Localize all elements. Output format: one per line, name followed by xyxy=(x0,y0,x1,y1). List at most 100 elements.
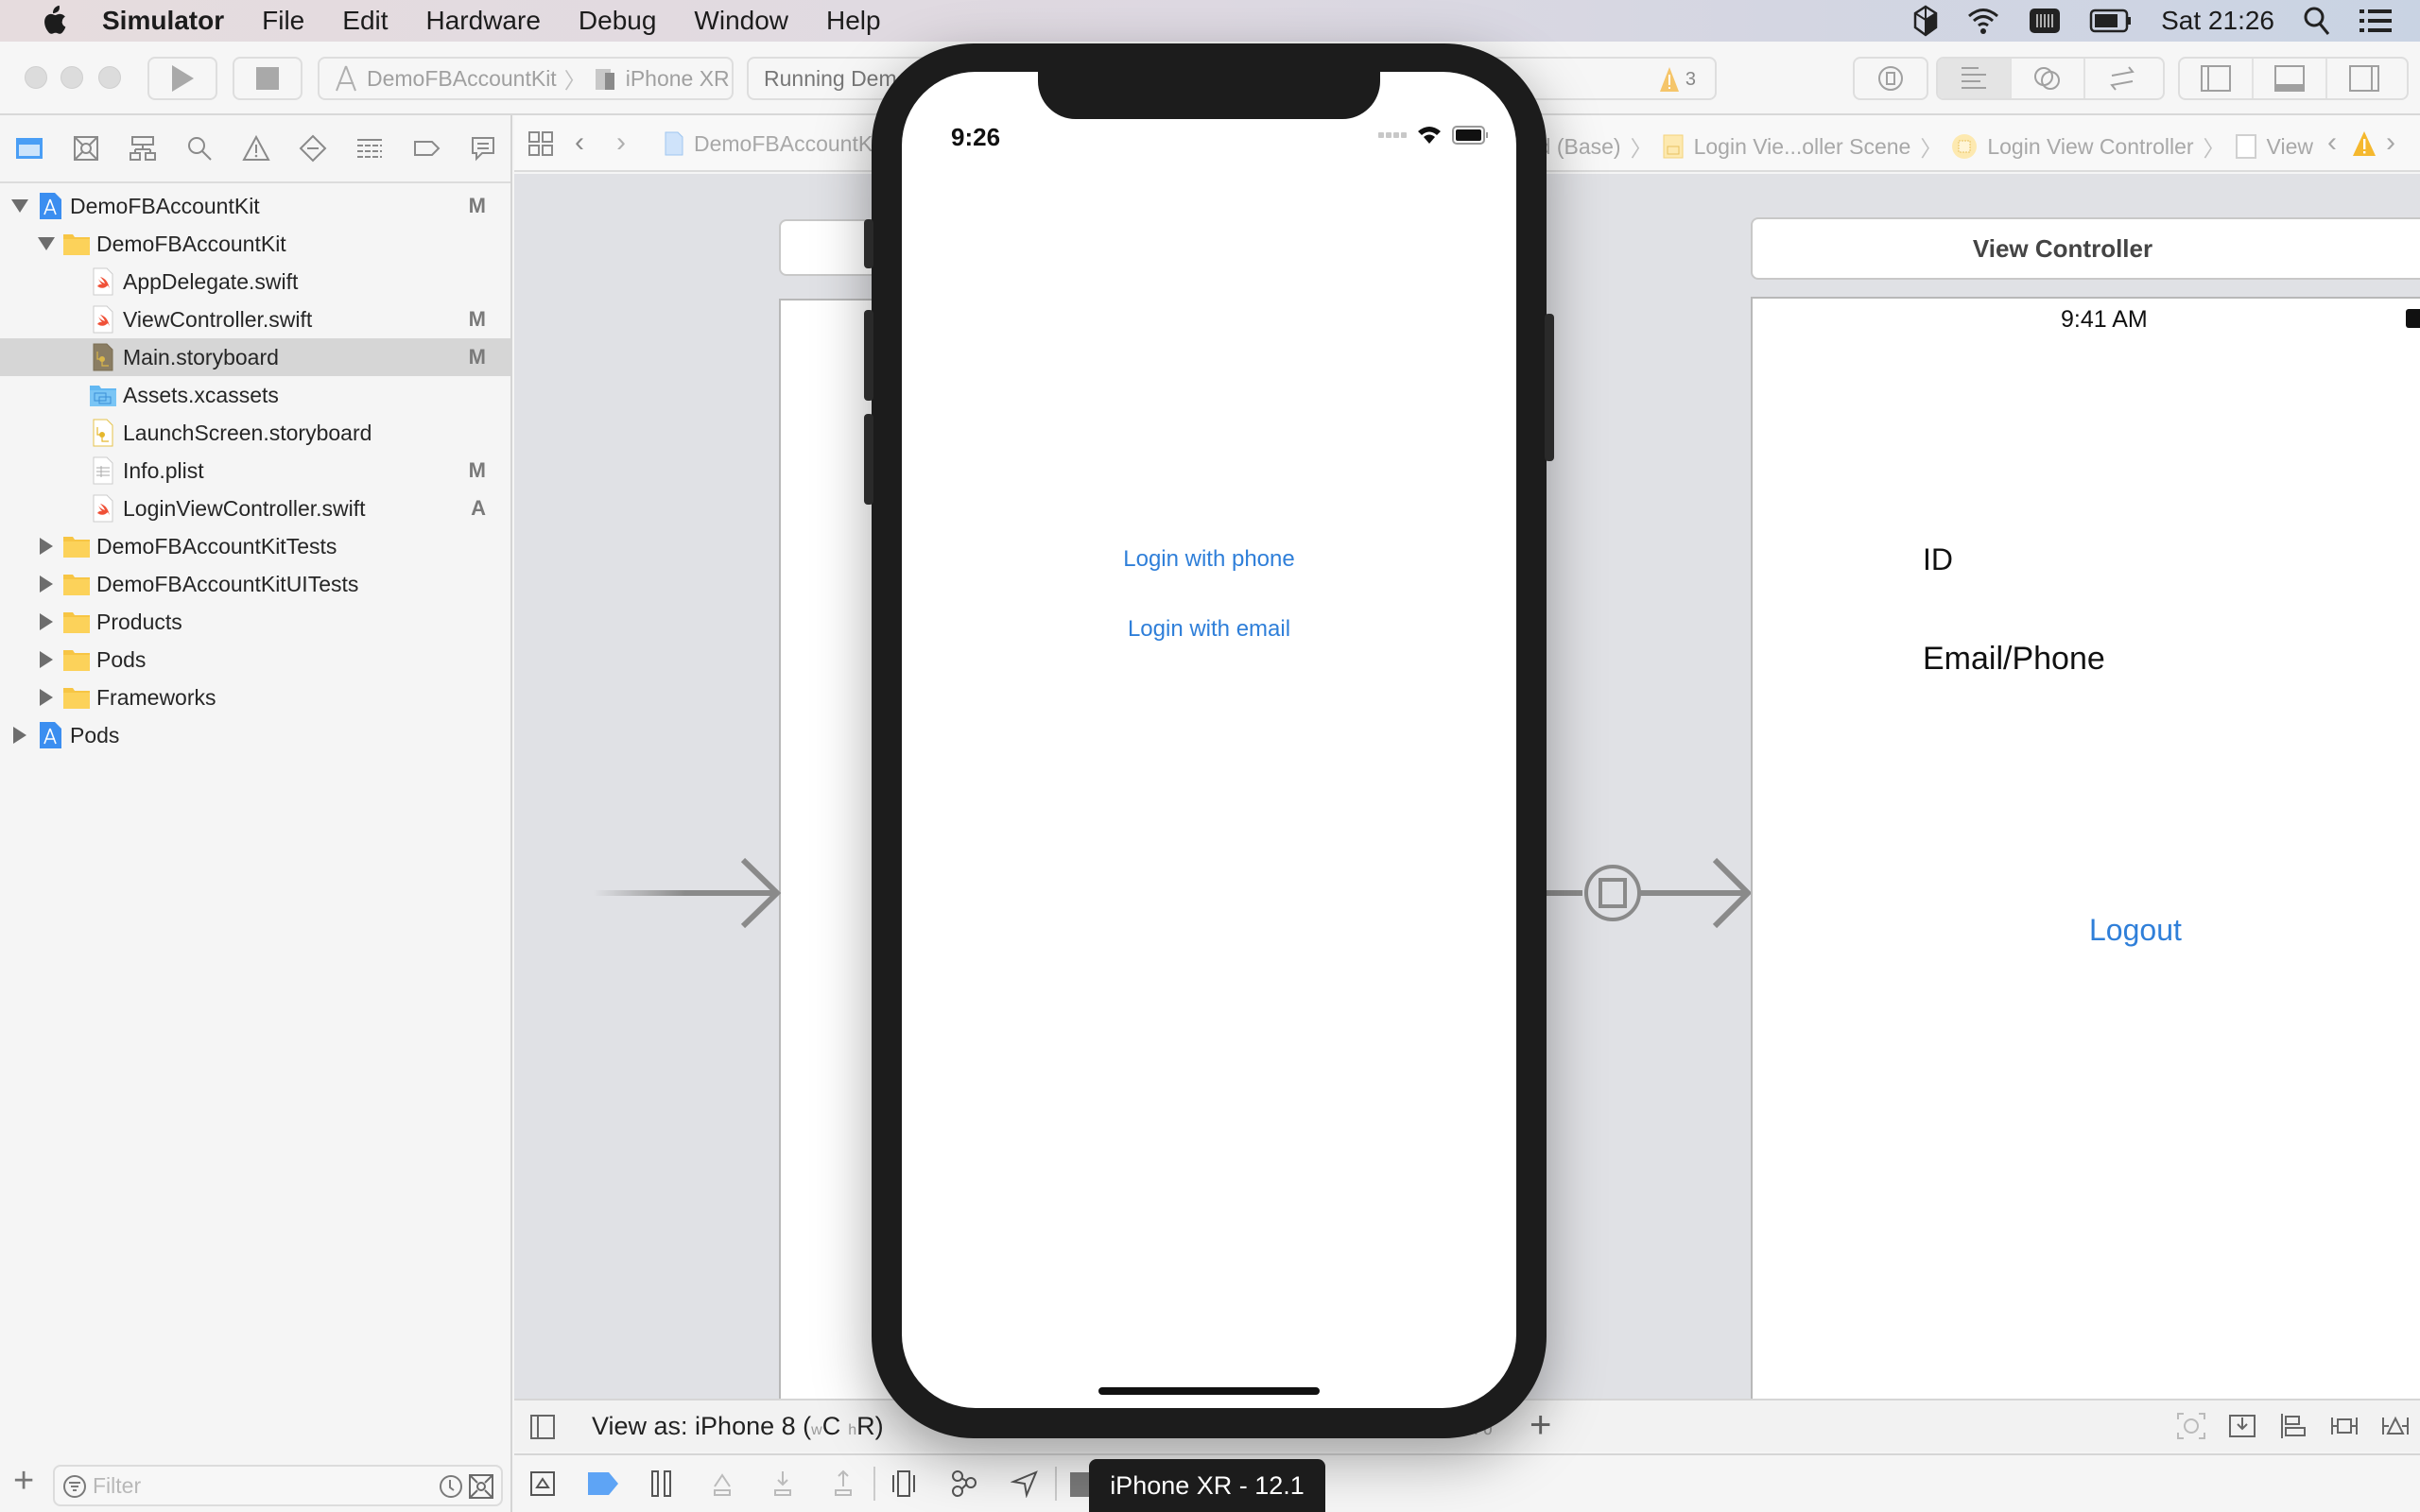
back-button[interactable]: ‹ xyxy=(575,127,584,159)
tab-test-navigator[interactable] xyxy=(297,132,329,164)
filter-field[interactable] xyxy=(53,1465,503,1506)
view-controller-scene-dock[interactable]: View Controller xyxy=(1751,217,2420,280)
step-into-button[interactable] xyxy=(768,1469,798,1499)
apple-menu-icon[interactable] xyxy=(38,5,68,37)
library-button[interactable] xyxy=(1855,59,1927,98)
toggle-inspector-button[interactable] xyxy=(2327,59,2401,98)
resolve-auto-layout-icon[interactable] xyxy=(2380,1412,2411,1440)
file-tree-row[interactable]: LoginViewController.swift A xyxy=(0,490,510,527)
file-tree-row[interactable]: LaunchScreen.storyboard xyxy=(0,414,510,452)
logout-button[interactable]: Logout xyxy=(2089,913,2182,948)
source-control-filter-icon[interactable] xyxy=(469,1474,493,1499)
login-with-phone-button[interactable]: Login with phone xyxy=(902,546,1516,573)
battery-icon[interactable] xyxy=(2089,8,2133,34)
step-out-button[interactable] xyxy=(828,1469,858,1499)
toggle-debug-area-button[interactable] xyxy=(2254,59,2327,98)
file-tree-row[interactable]: AppDelegate.swift xyxy=(0,263,510,301)
menu-hardware[interactable]: Hardware xyxy=(426,6,541,36)
recent-files-icon[interactable] xyxy=(439,1474,463,1499)
forward-button[interactable]: › xyxy=(616,127,626,159)
disclosure-open-icon[interactable] xyxy=(38,237,55,250)
breadcrumb-project[interactable]: DemoFBAccountK xyxy=(664,130,873,157)
initial-view-controller-arrow[interactable] xyxy=(594,854,783,930)
wifi-icon[interactable] xyxy=(1966,7,2000,35)
document-outline-toggle-icon[interactable] xyxy=(529,1414,556,1440)
scheme-selector[interactable]: DemoFBAccountKit 〉 iPhone XR xyxy=(318,57,734,100)
menu-debug[interactable]: Debug xyxy=(579,6,657,36)
run-button[interactable] xyxy=(147,57,217,100)
previous-issue-button[interactable]: ‹ xyxy=(2327,127,2337,159)
disclosure-closed-icon[interactable] xyxy=(40,538,53,555)
mute-switch[interactable] xyxy=(864,219,873,268)
tab-project-navigator[interactable] xyxy=(13,132,45,164)
file-tree-row[interactable]: DemoFBAccountKitUITests xyxy=(0,565,510,603)
zoom-in-button[interactable]: + xyxy=(1530,1404,1551,1447)
warning-indicator[interactable]: 3 xyxy=(1659,66,1696,93)
virtualbox-icon[interactable] xyxy=(1913,5,1938,37)
debug-memory-graph-button[interactable] xyxy=(949,1469,979,1499)
volume-up-button[interactable] xyxy=(864,310,873,401)
add-file-button[interactable]: + xyxy=(13,1463,34,1499)
file-tree-row[interactable]: Pods xyxy=(0,716,510,754)
add-constraints-icon[interactable] xyxy=(2329,1412,2360,1440)
update-frames-icon[interactable] xyxy=(2176,1412,2206,1440)
disclosure-closed-icon[interactable] xyxy=(40,651,53,668)
tab-symbol-navigator[interactable] xyxy=(127,132,159,164)
simulator-screen[interactable]: 9:26 Login with phone Login with email xyxy=(902,72,1516,1408)
disclosure-closed-icon[interactable] xyxy=(40,689,53,706)
file-tree-row[interactable]: ViewController.swift M xyxy=(0,301,510,338)
align-icon[interactable] xyxy=(2278,1412,2308,1440)
disclosure-closed-icon[interactable] xyxy=(13,727,26,744)
issue-warning-icon[interactable] xyxy=(2352,130,2377,157)
assistant-editor-button[interactable] xyxy=(2012,59,2085,98)
disclosure-open-icon[interactable] xyxy=(11,199,28,213)
minimize-window-button[interactable] xyxy=(60,66,83,89)
stop-button[interactable] xyxy=(233,57,302,100)
tab-find-navigator[interactable] xyxy=(183,132,216,164)
file-tree-row[interactable]: Info.plist M xyxy=(0,452,510,490)
disclosure-closed-icon[interactable] xyxy=(40,613,53,630)
menu-edit[interactable]: Edit xyxy=(342,6,388,36)
spotlight-icon[interactable] xyxy=(2303,6,2331,36)
menu-file[interactable]: File xyxy=(262,6,304,36)
related-items-icon[interactable] xyxy=(527,130,554,157)
pause-button[interactable] xyxy=(647,1469,677,1499)
keyboard-icon[interactable] xyxy=(2029,7,2061,35)
file-tree-row[interactable]: DemoFBAccountKit M xyxy=(0,187,510,225)
file-tree-row[interactable]: Main.storyboard M xyxy=(0,338,510,376)
segue-arrow[interactable] xyxy=(1535,850,1762,936)
file-tree-row[interactable]: Assets.xcassets xyxy=(0,376,510,414)
filter-input[interactable] xyxy=(93,1467,414,1504)
menu-simulator[interactable]: Simulator xyxy=(102,6,224,36)
tab-debug-navigator[interactable] xyxy=(354,132,386,164)
debug-view-hierarchy-button[interactable] xyxy=(889,1469,919,1499)
file-tree-row[interactable]: DemoFBAccountKit xyxy=(0,225,510,263)
simulate-location-button[interactable] xyxy=(1010,1469,1040,1499)
tab-source-control-navigator[interactable] xyxy=(70,132,102,164)
breadcrumb-view-controller[interactable]: Login View Controller xyxy=(1987,134,2193,160)
standard-editor-button[interactable] xyxy=(1938,59,2012,98)
volume-down-button[interactable] xyxy=(864,414,873,505)
embed-in-icon[interactable] xyxy=(2227,1412,2257,1440)
email-phone-label[interactable]: Email/Phone xyxy=(1923,641,2105,678)
breakpoints-toggle-button[interactable] xyxy=(588,1469,618,1499)
menu-help[interactable]: Help xyxy=(826,6,881,36)
version-editor-button[interactable] xyxy=(2085,59,2159,98)
tab-breakpoint-navigator[interactable] xyxy=(410,132,442,164)
file-tree-row[interactable]: Pods xyxy=(0,641,510,679)
menu-clock[interactable]: Sat 21:26 xyxy=(2161,6,2274,36)
disclosure-closed-icon[interactable] xyxy=(40,576,53,593)
view-controller-scene-view[interactable]: 9:41 AM ID Email/Phone Logout xyxy=(1751,297,2420,1440)
breadcrumb-view[interactable]: View xyxy=(2267,134,2313,160)
next-issue-button[interactable]: › xyxy=(2386,127,2395,159)
home-indicator[interactable] xyxy=(1098,1387,1320,1395)
file-tree-row[interactable]: DemoFBAccountKitTests xyxy=(0,527,510,565)
breadcrumb-scene[interactable]: Login Vie...oller Scene xyxy=(1694,134,1911,160)
zoom-window-button[interactable] xyxy=(98,66,121,89)
notification-center-icon[interactable] xyxy=(2360,8,2392,34)
login-with-email-button[interactable]: Login with email xyxy=(902,616,1516,643)
toggle-navigator-button[interactable] xyxy=(2180,59,2254,98)
file-tree-row[interactable]: Frameworks xyxy=(0,679,510,716)
step-over-button[interactable] xyxy=(707,1469,737,1499)
side-button[interactable] xyxy=(1545,314,1554,461)
